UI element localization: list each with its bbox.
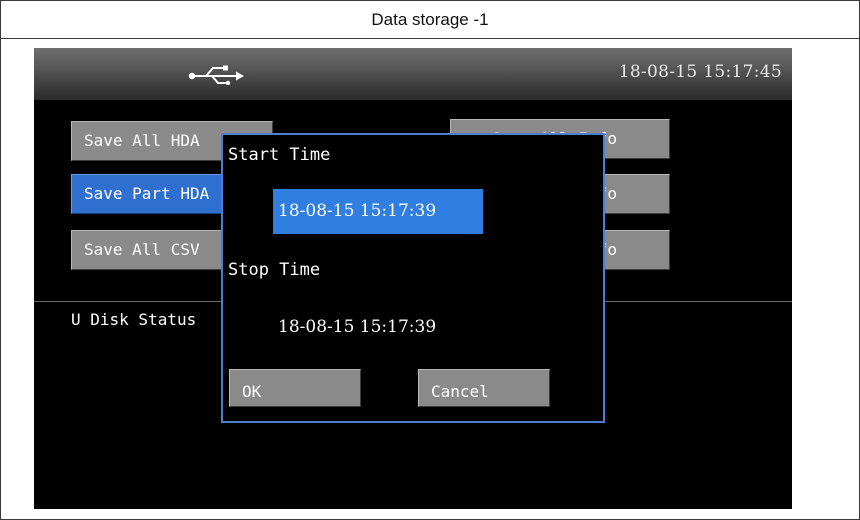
start-time-label: Start Time	[228, 145, 331, 165]
cancel-button[interactable]: Cancel	[418, 369, 550, 407]
ok-button[interactable]: OK	[229, 369, 361, 407]
datetime-display: 18-08-15 15:17:45	[618, 62, 782, 82]
u-disk-status-label: U Disk Status	[71, 310, 197, 329]
status-bar: 18-08-15 15:17:45	[34, 48, 792, 100]
start-time-field[interactable]: 18-08-15 15:17:39	[273, 189, 483, 234]
stop-time-field[interactable]: 18-08-15 15:17:39	[273, 305, 483, 350]
window-caption: Data storage -1	[1, 1, 859, 39]
usb-icon	[188, 65, 244, 85]
time-range-dialog: Start Time 18-08-15 15:17:39 Stop Time 1…	[221, 133, 605, 423]
device-screen: 18-08-15 15:17:45 Save All HDA Save Part…	[34, 48, 792, 509]
app-frame: Data storage -1 18-08-15 15:17:45 Save A…	[0, 0, 860, 520]
stop-time-label: Stop Time	[228, 260, 321, 280]
